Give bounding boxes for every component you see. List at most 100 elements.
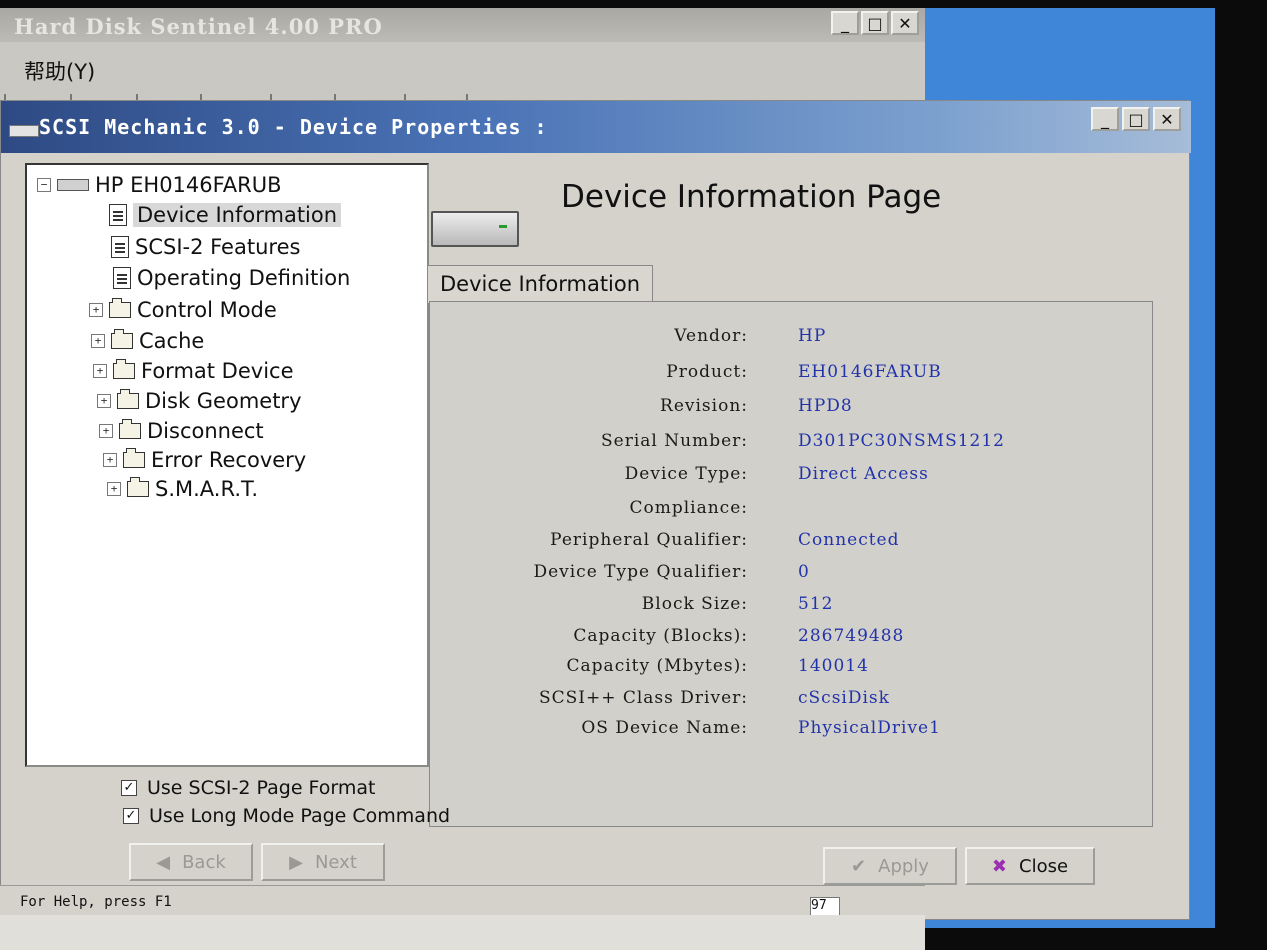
expand-icon[interactable]: + [99,424,113,438]
tree-item-format-device[interactable]: + Format Device [93,359,294,383]
tab-device-information[interactable]: Device Information [427,265,654,303]
tree-item-control-mode[interactable]: + Control Mode [89,298,277,322]
tree-item-label: SCSI-2 Features [135,235,301,259]
field-value: 286749488 [798,626,905,646]
collapse-icon[interactable]: − [37,178,51,192]
close-icon[interactable]: ✕ [891,11,919,35]
page-tree[interactable]: − HP EH0146FARUB Device Information SCSI… [25,163,429,767]
close-button-label: Close [1019,855,1069,877]
next-arrow-icon: ▶ [289,851,303,873]
menu-help[interactable]: 帮助(Y) [24,56,95,86]
field-row: Device Type Qualifier: 0 [430,562,1150,590]
field-value: PhysicalDrive1 [798,718,941,738]
page-icon [113,267,131,289]
field-label: Product: [666,362,748,382]
close-x-icon: ✖ [991,855,1008,877]
expand-icon[interactable]: + [89,303,103,317]
tree-root[interactable]: − HP EH0146FARUB [37,173,282,197]
minimize-icon[interactable]: _ [1091,107,1119,131]
back-arrow-icon: ◀ [156,851,171,873]
expand-icon[interactable]: + [97,394,111,408]
tree-item-operating-definition[interactable]: Operating Definition [113,266,350,290]
tree-item-error-recovery[interactable]: + Error Recovery [103,448,306,472]
field-label: Capacity (Blocks): [573,626,748,646]
next-button-label: Next [314,851,357,873]
check-icon[interactable]: ✓ [121,780,137,796]
field-row: SCSI++ Class Driver: cScsiDisk [430,688,1150,716]
status-text: For Help, press F1 [20,894,172,910]
maximize-icon[interactable]: □ [1122,107,1150,131]
dialog-window-controls: _ □ ✕ [1091,107,1181,131]
tree-item-label: Cache [139,329,205,353]
hard-drive-icon [431,211,519,247]
close-icon[interactable]: ✕ [1153,107,1181,131]
field-value: D301PC30NSMS1212 [798,431,1005,451]
tree-item-label: Error Recovery [151,448,307,472]
dialog-title: SCSI Mechanic 3.0 - Device Properties : [39,115,548,139]
background-window-controls: _ □ ✕ [831,11,919,35]
status-number: 97 [810,897,840,917]
use-scsi2-page-format-checkbox[interactable]: ✓ Use SCSI-2 Page Format [121,777,376,799]
page-icon [111,236,129,258]
field-row: Capacity (Mbytes): 140014 [430,656,1150,684]
field-row: Block Size: 512 [430,594,1150,622]
tree-item-label: Disconnect [147,419,264,443]
maximize-icon[interactable]: □ [861,11,889,35]
apply-button-label: Apply [878,855,929,877]
field-value: EH0146FARUB [798,362,942,382]
field-label: Block Size: [641,594,748,614]
tree-item-label: Disk Geometry [145,389,302,413]
tree-item-device-information[interactable]: Device Information [109,203,342,227]
tree-item-smart[interactable]: + S.M.A.R.T. [107,477,258,501]
field-label: Compliance: [629,498,748,518]
field-row: Peripheral Qualifier: Connected [430,530,1150,558]
tree-item-disconnect[interactable]: + Disconnect [99,419,264,443]
field-value: 512 [798,594,834,614]
expand-icon[interactable]: + [91,334,105,348]
field-value: HPD8 [798,396,853,416]
tree-item-label: S.M.A.R.T. [155,477,259,501]
field-label: Device Type Qualifier: [533,562,748,582]
background-app-titlebar: Hard Disk Sentinel 4.00 PRO _ □ ✕ [0,8,925,42]
checkbox-label: Use SCSI-2 Page Format [147,777,376,799]
checkmark-icon: ✔ [851,855,867,877]
field-label: Vendor: [674,326,748,346]
tree-root-label: HP EH0146FARUB [95,173,282,197]
expand-icon[interactable]: + [93,364,107,378]
tree-item-label: Device Information [133,203,342,227]
apply-button[interactable]: ✔ Apply [823,847,957,885]
field-value: 140014 [798,656,869,676]
tree-item-label: Control Mode [137,298,277,322]
dialog-titlebar[interactable]: SCSI Mechanic 3.0 - Device Properties : … [1,101,1191,153]
back-button[interactable]: ◀ Back [129,843,253,881]
expand-icon[interactable]: + [107,482,121,496]
minimize-icon[interactable]: _ [831,11,859,35]
status-bar: For Help, press F1 [0,885,925,916]
tree-item-label: Format Device [141,359,294,383]
next-button[interactable]: ▶ Next [261,843,385,881]
tree-item-disk-geometry[interactable]: + Disk Geometry [97,389,302,413]
field-row: Vendor: HP [430,326,1150,354]
field-label: Capacity (Mbytes): [566,656,748,676]
field-value: HP [798,326,827,346]
folder-icon [117,389,139,409]
field-row: Compliance: [430,498,1150,526]
tree-item-scsi2-features[interactable]: SCSI-2 Features [111,235,300,259]
field-row: Device Type: Direct Access [430,464,1150,492]
device-properties-dialog: SCSI Mechanic 3.0 - Device Properties : … [0,100,1191,920]
field-label: Peripheral Qualifier: [550,530,748,550]
drive-icon [57,179,89,191]
close-button[interactable]: ✖ Close [965,847,1095,885]
background-bottom-area [0,915,925,950]
field-label: SCSI++ Class Driver: [538,688,748,708]
check-icon[interactable]: ✓ [123,808,139,824]
field-row: OS Device Name: PhysicalDrive1 [430,718,1150,746]
field-value: Direct Access [798,464,929,484]
folder-icon [127,477,149,497]
expand-icon[interactable]: + [103,453,117,467]
field-value: cScsiDisk [798,688,890,708]
folder-icon [119,419,141,439]
tree-item-cache[interactable]: + Cache [91,329,204,353]
use-long-mode-page-command-checkbox[interactable]: ✓ Use Long Mode Page Command [123,805,450,827]
folder-icon [109,298,131,318]
